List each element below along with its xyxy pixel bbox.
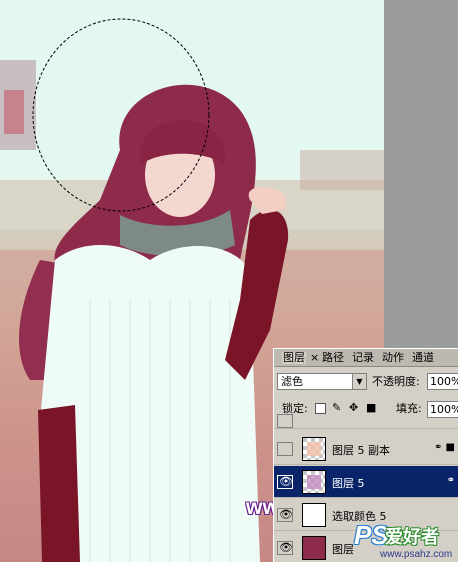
tab-channels[interactable]: 通道 bbox=[412, 352, 434, 364]
layer-name: 图层 5 bbox=[332, 477, 365, 490]
tab-close-icon[interactable]: × bbox=[310, 351, 319, 364]
layer-row[interactable]: 图层 5 副本 ⚭ ■ bbox=[274, 433, 458, 465]
ps-logo: PS bbox=[354, 520, 389, 550]
layer-name: 图层 bbox=[332, 543, 354, 556]
panel-tabs: 图层 × 路径 记录 动作 通道 bbox=[274, 349, 458, 367]
link-icon: ⚭ bbox=[446, 475, 455, 486]
visibility-toggle[interactable] bbox=[277, 414, 293, 428]
tab-actions[interactable]: 动作 bbox=[382, 352, 404, 364]
layer-name: 图层 5 副本 bbox=[332, 444, 390, 457]
ps-logo-text: 爱好者 bbox=[385, 527, 439, 548]
tab-layers[interactable]: 图层 bbox=[282, 352, 306, 364]
layer-thumbnail bbox=[302, 437, 326, 461]
eye-icon[interactable]: 👁 bbox=[277, 508, 293, 522]
lock-icon: ⚭ ■ bbox=[433, 442, 455, 453]
layer-thumbnail bbox=[302, 536, 326, 560]
layer-thumbnail bbox=[302, 470, 326, 494]
chevron-down-icon[interactable]: ▼ bbox=[352, 373, 367, 390]
tab-history[interactable]: 记录 bbox=[352, 352, 374, 364]
layer-row[interactable] bbox=[274, 413, 458, 429]
ps-logo-url: www.psahz.com bbox=[380, 549, 453, 560]
eye-icon[interactable]: 👁 bbox=[277, 541, 293, 555]
blend-mode-value: 滤色 bbox=[281, 375, 303, 388]
lock-icon[interactable]: ■ bbox=[366, 402, 377, 413]
tab-paths[interactable]: 路径 bbox=[322, 352, 344, 364]
opacity-label: 不透明度: bbox=[372, 375, 420, 388]
opacity-value: 100% bbox=[430, 375, 458, 388]
move-icon[interactable]: ✥ bbox=[349, 402, 360, 413]
brush-icon[interactable]: ✎ bbox=[332, 402, 343, 413]
layer-row-selected[interactable]: 👁 图层 5 ⚭ bbox=[274, 466, 458, 498]
eye-icon[interactable]: 👁 bbox=[277, 475, 293, 489]
blend-row: 滤色 ▼ 不透明度: 100% bbox=[274, 371, 458, 391]
blend-mode-select[interactable]: 滤色 ▼ bbox=[277, 373, 367, 390]
opacity-field[interactable]: 100% bbox=[427, 373, 458, 390]
adjustment-thumbnail bbox=[302, 503, 326, 527]
visibility-toggle[interactable] bbox=[277, 442, 293, 456]
